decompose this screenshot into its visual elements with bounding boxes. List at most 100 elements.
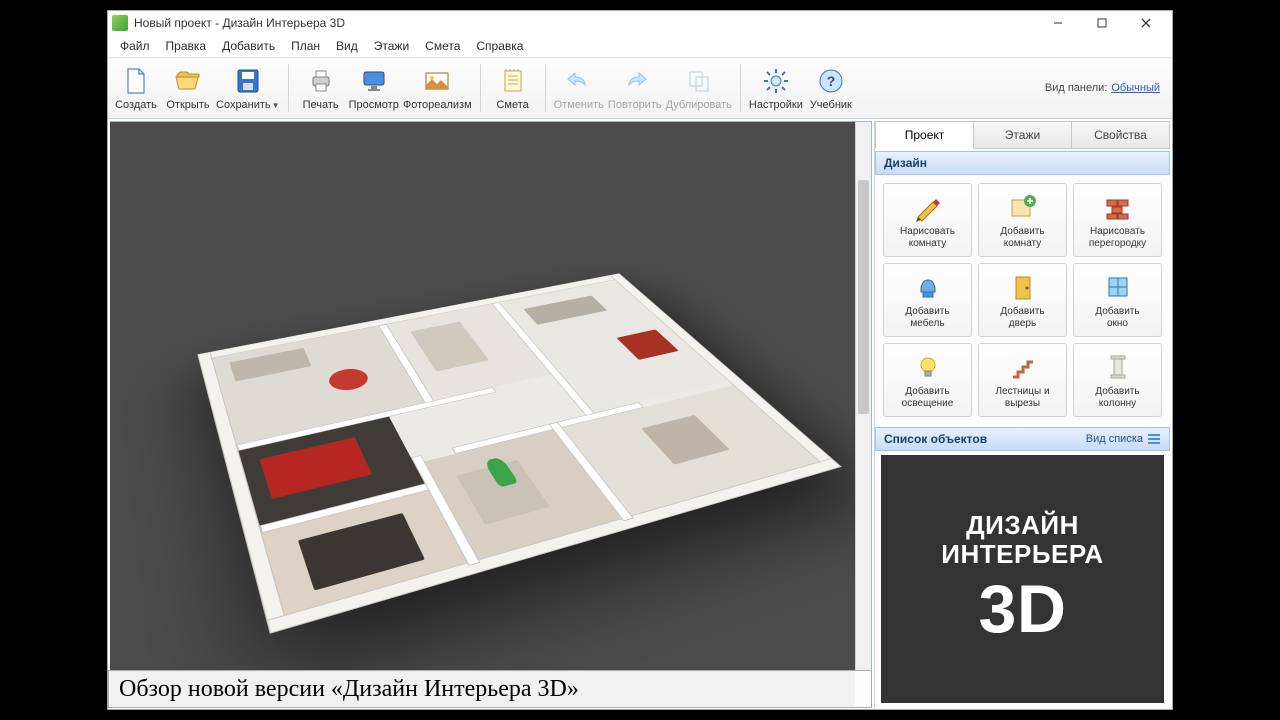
window-title: Новый проект - Дизайн Интерьера 3D (134, 16, 345, 30)
add-light-label: Добавитьосвещение (902, 386, 954, 410)
caret-down-icon: ▼ (272, 101, 280, 110)
toolbar: Создать Открыть Сохранить▼ Печать Просм (108, 57, 1172, 119)
toolbar-redo-label: Повторить (608, 99, 662, 111)
undo-icon (563, 65, 595, 97)
folder-open-icon (172, 65, 204, 97)
add-window-label: Добавитьокно (1095, 306, 1139, 330)
toolbar-print-label: Печать (303, 99, 339, 111)
panel-mode: Вид панели: Обычный (1045, 82, 1168, 94)
column-icon (1102, 351, 1134, 383)
add-column-button[interactable]: Добавитьколонну (1073, 343, 1162, 417)
add-furniture-button[interactable]: Добавитьмебель (883, 263, 972, 337)
new-file-icon (120, 65, 152, 97)
menu-view[interactable]: Вид (330, 37, 364, 55)
toolbar-tutorial-button[interactable]: ? Учебник (805, 60, 857, 116)
tab-floors[interactable]: Этажи (974, 121, 1072, 149)
toolbar-open-button[interactable]: Открыть (162, 60, 214, 116)
titlebar: Новый проект - Дизайн Интерьера 3D (108, 11, 1172, 35)
pencil-room-icon (912, 191, 944, 223)
draw-partition-label: Нарисоватьперегородку (1089, 226, 1146, 250)
design-section-header: Дизайн (875, 151, 1170, 175)
maximize-icon (1097, 18, 1107, 28)
list-view-button[interactable] (1147, 432, 1161, 446)
toolbar-duplicate-label: Дублировать (666, 99, 732, 111)
add-room-button[interactable]: Добавитькомнату (978, 183, 1067, 257)
add-room-icon (1007, 191, 1039, 223)
toolbar-preview-label: Просмотр (349, 99, 399, 111)
floorplan-render (197, 273, 842, 634)
toolbar-separator (740, 64, 741, 112)
close-icon (1141, 18, 1151, 28)
list-view-label: Вид списка (1086, 433, 1143, 445)
design-grid: Нарисоватькомнату Добавитькомнату Нарисо… (875, 175, 1170, 425)
add-light-button[interactable]: Добавитьосвещение (883, 343, 972, 417)
minimize-button[interactable] (1036, 11, 1080, 35)
tab-project[interactable]: Проект (875, 121, 974, 149)
video-caption: Обзор новой версии «Дизайн Интерьера 3D» (108, 670, 872, 708)
add-window-button[interactable]: Добавитьокно (1073, 263, 1162, 337)
object-list-area: ДИЗАЙН ИНТЕРЬЕРА 3D (881, 455, 1164, 703)
add-door-button[interactable]: Добавитьдверь (978, 263, 1067, 337)
photoreal-icon (421, 65, 453, 97)
pillarbox-right (1173, 0, 1280, 720)
draw-partition-button[interactable]: Нарисоватьперегородку (1073, 183, 1162, 257)
window-icon (1102, 271, 1134, 303)
toolbar-settings-label: Настройки (749, 99, 803, 111)
toolbar-tutorial-label: Учебник (810, 99, 852, 111)
toolbar-undo-button[interactable]: Отменить (552, 60, 606, 116)
stairs-cuts-button[interactable]: Лестницы ивырезы (978, 343, 1067, 417)
notepad-icon (497, 65, 529, 97)
close-button[interactable] (1124, 11, 1168, 35)
product-logo: ДИЗАЙН ИНТЕРЬЕРА 3D (941, 511, 1103, 647)
toolbar-print-button[interactable]: Печать (295, 60, 347, 116)
draw-room-label: Нарисоватькомнату (900, 226, 955, 250)
add-furniture-label: Добавитьмебель (905, 306, 949, 330)
toolbar-save-button[interactable]: Сохранить▼ (214, 60, 282, 116)
toolbar-redo-button[interactable]: Повторить (606, 60, 664, 116)
gear-icon (760, 65, 792, 97)
monitor-icon (358, 65, 390, 97)
panel-mode-label: Вид панели: (1045, 82, 1107, 94)
chair-icon (912, 271, 944, 303)
menu-floors[interactable]: Этажи (368, 37, 415, 55)
menu-file[interactable]: Файл (114, 37, 156, 55)
save-icon (232, 65, 264, 97)
panel-mode-link[interactable]: Обычный (1111, 82, 1160, 94)
duplicate-icon (683, 65, 715, 97)
menu-add[interactable]: Добавить (216, 37, 281, 55)
side-panel: Проект Этажи Свойства Дизайн Нарисоватьк… (874, 121, 1170, 707)
toolbar-settings-button[interactable]: Настройки (747, 60, 805, 116)
toolbar-save-label: Сохранить▼ (216, 99, 280, 111)
menu-estimate[interactable]: Смета (419, 37, 466, 55)
toolbar-duplicate-button[interactable]: Дублировать (664, 60, 734, 116)
add-column-label: Добавитьколонну (1095, 386, 1139, 410)
objects-section-title: Список объектов (884, 432, 987, 446)
toolbar-create-button[interactable]: Создать (110, 60, 162, 116)
stairs-icon (1007, 351, 1039, 383)
toolbar-open-label: Открыть (166, 99, 209, 111)
toolbar-estimate-button[interactable]: Смета (487, 60, 539, 116)
side-tabs: Проект Этажи Свойства (875, 121, 1170, 149)
toolbar-separator (288, 64, 289, 112)
menu-edit[interactable]: Правка (160, 37, 213, 55)
menu-plan[interactable]: План (285, 37, 326, 55)
scrollbar-thumb[interactable] (858, 180, 869, 414)
toolbar-photoreal-label: Фотореализм (403, 99, 472, 111)
toolbar-preview-button[interactable]: Просмотр (347, 60, 401, 116)
viewport-scrollbar-vertical[interactable] (855, 122, 871, 706)
redo-icon (619, 65, 651, 97)
door-icon (1007, 271, 1039, 303)
toolbar-separator (545, 64, 546, 112)
bricks-icon (1102, 191, 1134, 223)
svg-text:?: ? (827, 73, 836, 89)
toolbar-estimate-label: Смета (496, 99, 528, 111)
design-section-title: Дизайн (884, 156, 927, 170)
add-room-label: Добавитькомнату (1000, 226, 1044, 250)
draw-room-button[interactable]: Нарисоватькомнату (883, 183, 972, 257)
menu-help[interactable]: Справка (470, 37, 529, 55)
viewport-3d[interactable] (110, 121, 872, 707)
maximize-button[interactable] (1080, 11, 1124, 35)
toolbar-photoreal-button[interactable]: Фотореализм (401, 60, 474, 116)
tab-properties[interactable]: Свойства (1072, 121, 1170, 149)
bulb-icon (912, 351, 944, 383)
